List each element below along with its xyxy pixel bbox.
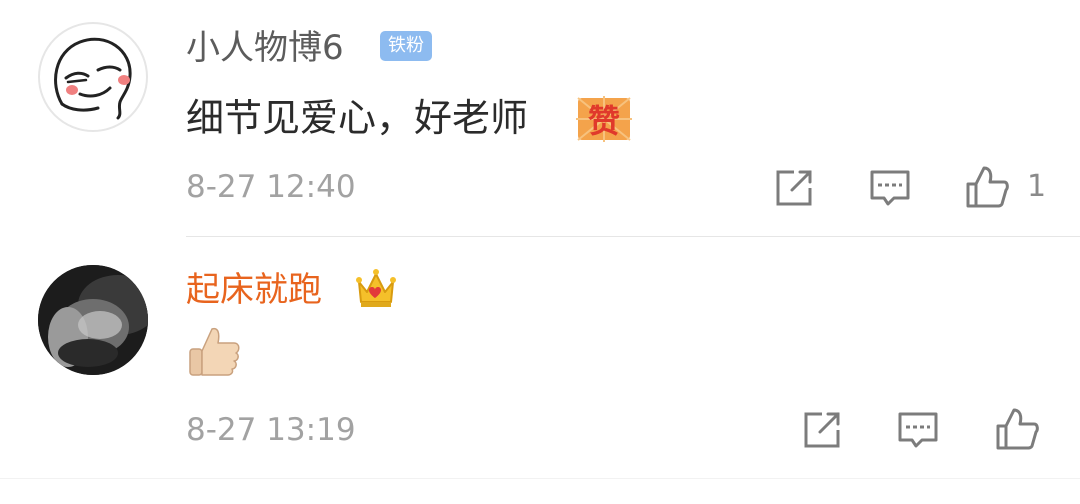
like-button[interactable] bbox=[964, 164, 1009, 208]
divider bbox=[0, 478, 1080, 479]
like-count: 1 bbox=[1027, 169, 1047, 204]
reply-icon bbox=[870, 170, 910, 206]
username[interactable]: 起床就跑 bbox=[186, 270, 322, 310]
like-button[interactable] bbox=[994, 406, 1039, 450]
svg-text:赞: 赞 bbox=[588, 102, 620, 140]
share-button[interactable] bbox=[800, 408, 844, 452]
fan-badge: 铁粉 bbox=[380, 31, 432, 61]
smoking-man-avatar-icon bbox=[38, 265, 148, 375]
avatar[interactable] bbox=[38, 22, 148, 132]
share-icon bbox=[804, 412, 840, 448]
comment-timestamp: 8-27 12:40 bbox=[186, 169, 356, 205]
username[interactable]: 小人物博6 bbox=[186, 28, 344, 68]
avatar[interactable] bbox=[38, 265, 148, 375]
comment-item bbox=[0, 237, 1080, 504]
thumbs-up-icon bbox=[996, 408, 1039, 450]
comment-timestamp: 8-27 13:19 bbox=[186, 412, 356, 448]
reply-icon bbox=[898, 412, 938, 448]
crown-icon bbox=[355, 266, 397, 310]
thumbs-up-emoji bbox=[188, 323, 242, 379]
reply-button[interactable] bbox=[896, 408, 940, 452]
share-icon bbox=[776, 170, 812, 206]
thumbs-up-icon bbox=[966, 166, 1009, 208]
share-button[interactable] bbox=[772, 166, 816, 210]
comment-text: 细节见爱心，好老师 bbox=[186, 96, 529, 140]
smirk-face-avatar-icon bbox=[54, 37, 132, 120]
zan-emoji-icon: 赞 bbox=[576, 96, 632, 142]
reply-button[interactable] bbox=[868, 166, 912, 210]
comment-item: 小人物博6 铁粉 细节见爱心，好老师 赞 8-27 12:40 1 bbox=[0, 0, 1080, 237]
